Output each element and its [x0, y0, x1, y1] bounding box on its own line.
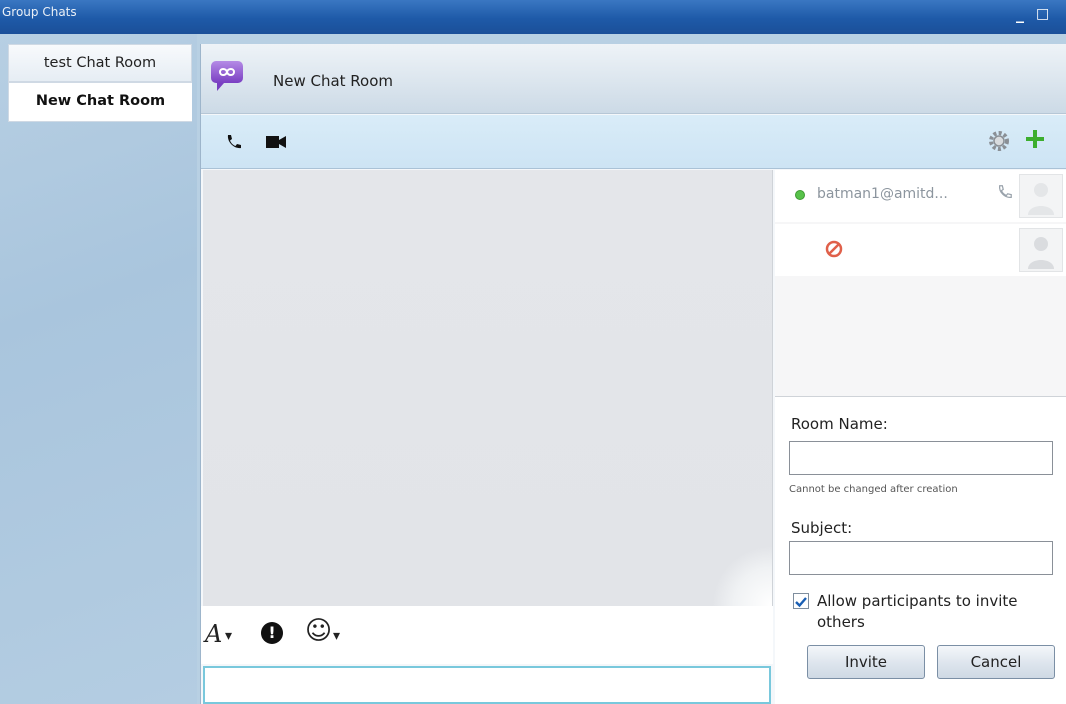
- font-dropdown-icon[interactable]: ▾: [225, 628, 232, 644]
- online-status-icon: [795, 190, 805, 200]
- window-titlebar: Group Chats _ □: [0, 0, 1066, 34]
- cancel-button[interactable]: Cancel: [937, 645, 1055, 679]
- subject-input[interactable]: [789, 541, 1053, 575]
- avatar: [1019, 174, 1063, 218]
- maximize-button[interactable]: □: [1036, 6, 1049, 22]
- avatar: [1019, 228, 1063, 272]
- room-tab-new-chat-room[interactable]: New Chat Room: [8, 82, 192, 122]
- participant-row[interactable]: [775, 224, 1066, 276]
- room-name-input[interactable]: [789, 441, 1053, 475]
- room-toolbar: [201, 115, 1066, 169]
- chat-room-icon: [209, 58, 245, 94]
- allow-invite-label: Allow participants to invite others: [817, 592, 1018, 631]
- room-name-label: Room Name:: [791, 415, 888, 433]
- invite-button[interactable]: Invite: [807, 645, 925, 679]
- message-input[interactable]: [203, 666, 771, 704]
- room-title: New Chat Room: [273, 72, 394, 90]
- blocked-icon: [825, 240, 843, 262]
- participant-name: batman1@amitd...: [817, 186, 948, 202]
- participant-row[interactable]: batman1@amitd...: [775, 170, 1066, 222]
- room-name-note: Cannot be changed after creation: [789, 484, 958, 495]
- room-header: New Chat Room: [201, 44, 1066, 114]
- subject-label: Subject:: [791, 519, 853, 537]
- phone-icon[interactable]: [997, 184, 1013, 204]
- room-list-sidebar: test Chat Room New Chat Room: [0, 34, 197, 704]
- emoticon-dropdown-icon[interactable]: ▾: [333, 628, 340, 644]
- gear-icon[interactable]: [987, 129, 1011, 157]
- emoticon-icon[interactable]: ☺: [305, 616, 332, 646]
- message-format-bar: A ▾ ! ☺ ▾: [201, 606, 773, 664]
- room-tab-test-chat-room[interactable]: test Chat Room: [8, 44, 192, 82]
- add-participant-icon[interactable]: [1023, 127, 1047, 155]
- room-settings-form: Room Name: Cannot be changed after creat…: [775, 396, 1066, 704]
- minimize-button[interactable]: _: [1016, 4, 1024, 23]
- important-icon[interactable]: !: [261, 622, 283, 644]
- window-title: Group Chats: [2, 5, 77, 19]
- chat-history: [203, 170, 773, 606]
- page-curl-decoration: [712, 546, 772, 606]
- allow-invite-checkbox[interactable]: [793, 593, 809, 609]
- participant-list: batman1@amitd...: [775, 170, 1066, 396]
- chat-room-panel: New Chat Room A ▾ ! ☺ ▾ batman1@amitd...…: [200, 44, 1066, 704]
- font-style-button[interactable]: A: [205, 620, 222, 648]
- phone-icon[interactable]: [225, 133, 243, 155]
- video-camera-icon[interactable]: [265, 133, 287, 155]
